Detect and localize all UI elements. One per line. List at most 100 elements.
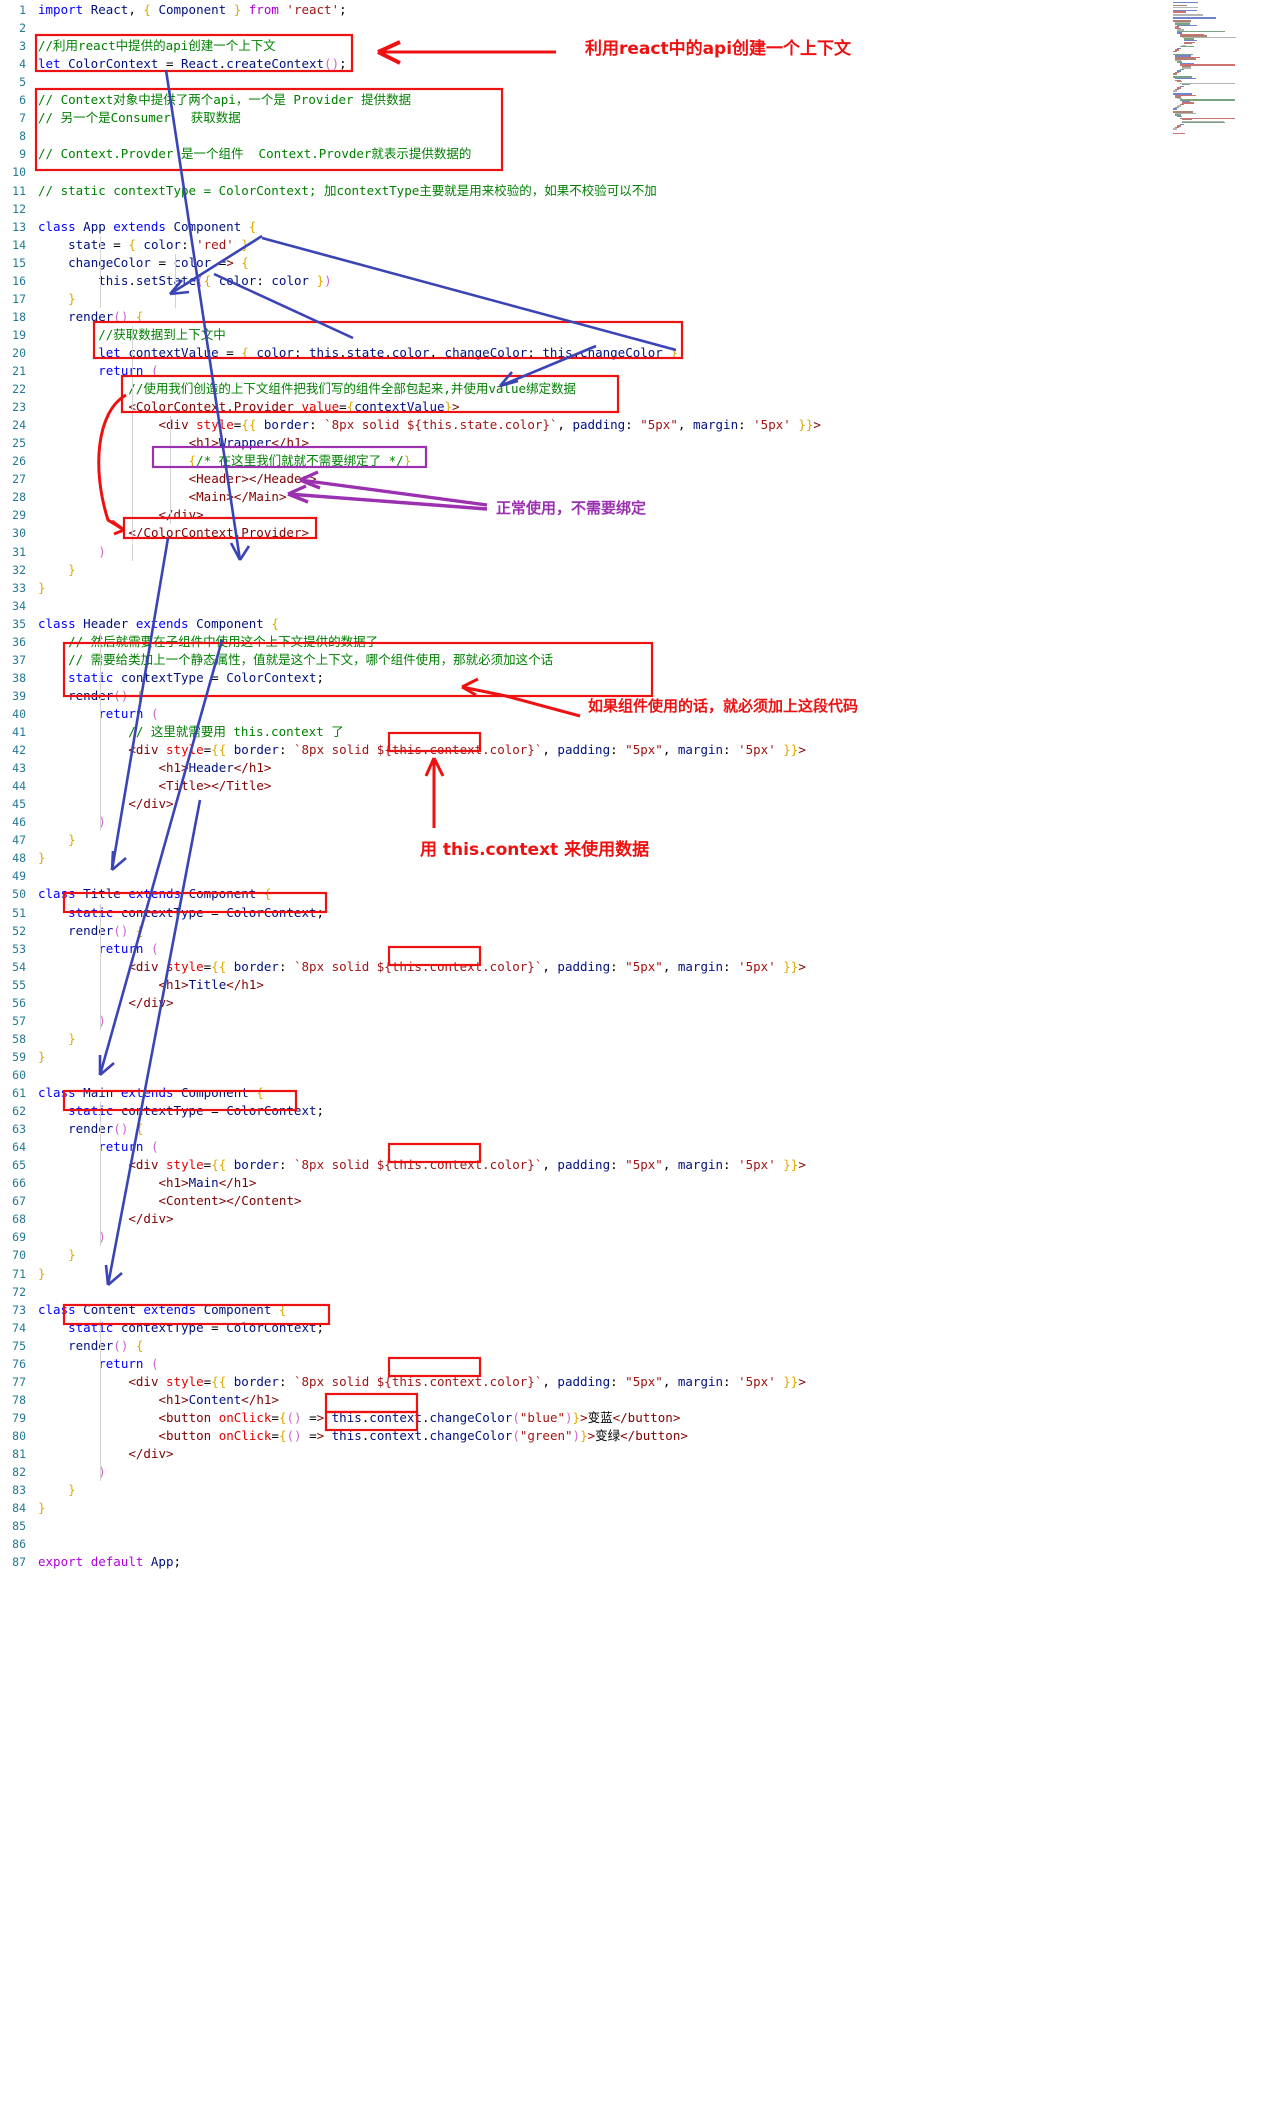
indent-guide	[100, 975, 101, 994]
code-line[interactable]: 46 )	[0, 813, 1276, 831]
code-line[interactable]: 62 static contextType = ColorContext;	[0, 1102, 1276, 1120]
code-line[interactable]: 84}	[0, 1499, 1276, 1517]
code-line[interactable]: 36 // 然后就需要在子组件中使用这个上下文提供的数据了	[0, 633, 1276, 651]
line-number: 75	[12, 1338, 26, 1353]
code-line[interactable]: 30 </ColorContext.Provider>	[0, 524, 1276, 542]
indent-guide	[100, 957, 101, 976]
code-line[interactable]: 53 return (	[0, 940, 1276, 958]
code-line[interactable]: 64 return (	[0, 1138, 1276, 1156]
code-line[interactable]: 51 static contextType = ColorContext;	[0, 904, 1276, 922]
code-line[interactable]: 44 <Title></Title>	[0, 777, 1276, 795]
code-line[interactable]: 25 <h1>Wrapper</h1>	[0, 434, 1276, 452]
code-line[interactable]: 71}	[0, 1265, 1276, 1283]
code-line[interactable]: 15 changeColor = color => {	[0, 254, 1276, 272]
code-line[interactable]: 45 </div>	[0, 795, 1276, 813]
code-line[interactable]: 81 </div>	[0, 1445, 1276, 1463]
code-line[interactable]: 6 // Context对象中提供了两个api，一个是 Provider 提供数据	[0, 91, 1276, 109]
code-line[interactable]: 52 render() {	[0, 922, 1276, 940]
code-line[interactable]: 87 export default App;	[0, 1553, 1276, 1571]
code-line[interactable]: 32 }	[0, 561, 1276, 579]
code-line[interactable]: 26 {/* 在这里我们就就不需要绑定了 */}	[0, 452, 1276, 470]
line-number: 84	[12, 1501, 26, 1516]
code-line[interactable]: 75 render() {	[0, 1337, 1276, 1355]
code-line[interactable]: 35 class Header extends Component {	[0, 615, 1276, 633]
code-line[interactable]: 59}	[0, 1048, 1276, 1066]
code-line[interactable]: 24 <div style={{ border: `8px solid ${th…	[0, 416, 1276, 434]
indent-guide	[100, 723, 101, 742]
code-line[interactable]: 70 }	[0, 1246, 1276, 1264]
code-line[interactable]: 31 )	[0, 543, 1276, 561]
line-content: <h1>Title</h1>	[158, 976, 264, 992]
code-line[interactable]: 58 }	[0, 1030, 1276, 1048]
code-line[interactable]: 55 <h1>Title</h1>	[0, 976, 1276, 994]
code-line[interactable]: 8	[0, 127, 1276, 145]
code-line[interactable]: 7 // 另一个是Consumer， 获取数据	[0, 109, 1276, 127]
code-line[interactable]: 22 //使用我们创造的上下文组件把我们写的组件全部包起来,并使用value绑定…	[0, 380, 1276, 398]
code-line[interactable]: 83 }	[0, 1481, 1276, 1499]
line-number: 2	[19, 21, 26, 36]
code-line[interactable]: 79 <button onClick={() => this.context.c…	[0, 1409, 1276, 1427]
line-content: render() {	[68, 1121, 144, 1137]
code-line[interactable]: 12	[0, 200, 1276, 218]
code-line[interactable]: 65 <div style={{ border: `8px solid ${th…	[0, 1156, 1276, 1174]
code-line[interactable]: 76 return (	[0, 1355, 1276, 1373]
code-line[interactable]: 68 </div>	[0, 1210, 1276, 1228]
line-number: 68	[12, 1212, 26, 1227]
code-line[interactable]: 69 )	[0, 1228, 1276, 1246]
code-line[interactable]: 16 this.setState({ color: color })	[0, 272, 1276, 290]
code-line[interactable]: 80 <button onClick={() => this.context.c…	[0, 1427, 1276, 1445]
code-line[interactable]: 50 class Title extends Component {	[0, 885, 1276, 903]
line-content: <Main></Main>	[188, 489, 287, 505]
code-line[interactable]: 33}	[0, 579, 1276, 597]
code-line[interactable]: 19 //获取数据到上下文中	[0, 326, 1276, 344]
code-line[interactable]: 18 render() {	[0, 308, 1276, 326]
code-line[interactable]: 77 <div style={{ border: `8px solid ${th…	[0, 1373, 1276, 1391]
code-line[interactable]: 63 render() {	[0, 1120, 1276, 1138]
line-number: 21	[12, 364, 26, 378]
code-line[interactable]: 38 static contextType = ColorContext;	[0, 669, 1276, 687]
indent-guide	[100, 704, 101, 723]
code-line[interactable]: 67 <Content></Content>	[0, 1192, 1276, 1210]
code-minimap[interactable]	[1171, 0, 1276, 135]
code-line[interactable]: 23 <ColorContext.Provider value={context…	[0, 398, 1276, 416]
code-line[interactable]: 54 <div style={{ border: `8px solid ${th…	[0, 958, 1276, 976]
code-line[interactable]: 61 class Main extends Component {	[0, 1084, 1276, 1102]
code-line[interactable]: 72	[0, 1283, 1276, 1301]
code-line[interactable]: 11 // static contextType = ColorContext; …	[0, 182, 1276, 200]
line-number: 17	[12, 291, 26, 306]
line-content: <div style={{ border: `8px solid ${this.…	[128, 742, 806, 758]
code-line[interactable]: 14 state = { color: 'red' }	[0, 236, 1276, 254]
line-number: 4	[19, 57, 26, 72]
code-line[interactable]: 43 <h1>Header</h1>	[0, 759, 1276, 777]
code-line[interactable]: 56 </div>	[0, 994, 1276, 1012]
code-line[interactable]: 9 // Context.Provder 是一个组件 Context.Provde…	[0, 145, 1276, 163]
code-line[interactable]: 37 // 需要给类加上一个静态属性，值就是这个上下文，哪个组件使用，那就必须加…	[0, 651, 1276, 669]
code-line[interactable]: 60	[0, 1066, 1276, 1084]
code-line[interactable]: 21 return (	[0, 362, 1276, 380]
code-line[interactable]: 1 import React, { Component } from 'react…	[0, 1, 1276, 19]
code-line[interactable]: 41 // 这里就需要用 this.context 了	[0, 723, 1276, 741]
code-line[interactable]: 74 static contextType = ColorContext;	[0, 1319, 1276, 1337]
line-content: // 需要给类加上一个静态属性，值就是这个上下文，哪个组件使用，那就必须加这个话	[38, 651, 554, 667]
code-line[interactable]: 73 class Content extends Component {	[0, 1301, 1276, 1319]
code-line[interactable]: 20 let contextValue = { color: this.stat…	[0, 344, 1276, 362]
line-number: 19	[12, 327, 26, 342]
code-line[interactable]: 86	[0, 1535, 1276, 1553]
code-line[interactable]: 27 <Header></Header>	[0, 470, 1276, 488]
line-number: 40	[12, 706, 26, 721]
code-line[interactable]: 34	[0, 597, 1276, 615]
code-line[interactable]: 10	[0, 163, 1276, 181]
code-line[interactable]: 13 class App extends Component {	[0, 218, 1276, 236]
code-line[interactable]: 17 }	[0, 290, 1276, 308]
code-line[interactable]: 82 )	[0, 1463, 1276, 1481]
code-line[interactable]: 5	[0, 73, 1276, 91]
code-line[interactable]: 66 <h1>Main</h1>	[0, 1174, 1276, 1192]
line-content: render() {	[68, 308, 144, 324]
line-content: }	[68, 832, 76, 848]
code-line[interactable]: 42 <div style={{ border: `8px solid ${th…	[0, 741, 1276, 759]
code-editor[interactable]: 1 import React, { Component } from 'react…	[0, 0, 1276, 2111]
code-line[interactable]: 78 <h1>Content</h1>	[0, 1391, 1276, 1409]
code-line[interactable]: 49	[0, 867, 1276, 885]
code-line[interactable]: 57 )	[0, 1012, 1276, 1030]
code-line[interactable]: 85	[0, 1517, 1276, 1535]
